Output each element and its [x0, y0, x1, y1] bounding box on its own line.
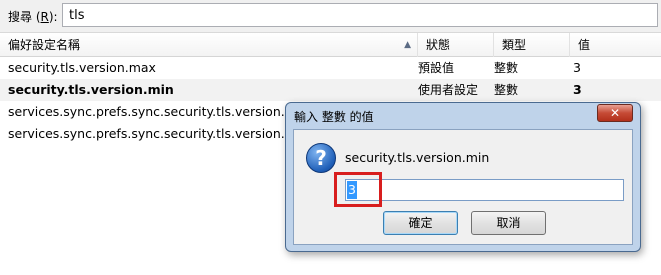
pref-type: 整數	[494, 83, 519, 97]
column-header-type-label: 類型	[502, 38, 527, 52]
column-header-name-label: 偏好設定名稱	[8, 38, 81, 52]
column-header-value-label: 值	[578, 38, 591, 52]
dialog-title: 輸入 整數 的值	[294, 110, 374, 124]
ok-button[interactable]: 確定	[383, 211, 458, 235]
column-header-value[interactable]: 值	[570, 33, 661, 57]
pref-status: 預設值	[418, 61, 455, 75]
enter-integer-dialog: 輸入 整數 的值 ✕ ? security.tls.version.min 3 …	[285, 102, 641, 252]
search-label: 搜尋 (R):	[8, 8, 58, 25]
sort-ascending-icon: ▲	[404, 40, 411, 50]
integer-value-input[interactable]	[345, 179, 624, 201]
question-icon: ?	[306, 143, 336, 173]
column-header-status-label: 狀態	[426, 38, 451, 52]
pref-status: 使用者設定	[418, 83, 479, 97]
column-header-type[interactable]: 類型	[494, 33, 570, 57]
pref-name: security.tls.version.max	[8, 60, 156, 75]
table-row[interactable]: security.tls.version.min 使用者設定 整數 3	[0, 79, 661, 101]
dialog-titlebar[interactable]: 輸入 整數 的值 ✕	[286, 103, 640, 129]
table-row[interactable]: security.tls.version.max 預設值 整數 3	[0, 57, 661, 79]
close-icon: ✕	[609, 106, 621, 120]
search-label-suffix: ):	[48, 10, 58, 24]
highlight-annotation	[334, 172, 382, 207]
search-label-accesskey: R	[40, 10, 49, 24]
dialog-message: security.tls.version.min	[345, 150, 490, 165]
column-header-name[interactable]: 偏好設定名稱 ▲	[0, 33, 418, 57]
search-input[interactable]	[62, 3, 658, 27]
search-bar: 搜尋 (R):	[0, 0, 661, 33]
close-button[interactable]: ✕	[597, 104, 633, 122]
column-header-status[interactable]: 狀態	[418, 33, 494, 57]
search-label-prefix: 搜尋 (	[8, 10, 41, 24]
dialog-body: ? security.tls.version.min 3 確定 取消	[293, 129, 633, 245]
pref-value: 3	[573, 60, 581, 75]
pref-type: 整數	[494, 61, 519, 75]
pref-name: security.tls.version.min	[8, 82, 174, 97]
preferences-table-header: 偏好設定名稱 ▲ 狀態 類型 值	[0, 33, 661, 57]
pref-value: 3	[573, 82, 582, 97]
cancel-button[interactable]: 取消	[471, 211, 546, 235]
